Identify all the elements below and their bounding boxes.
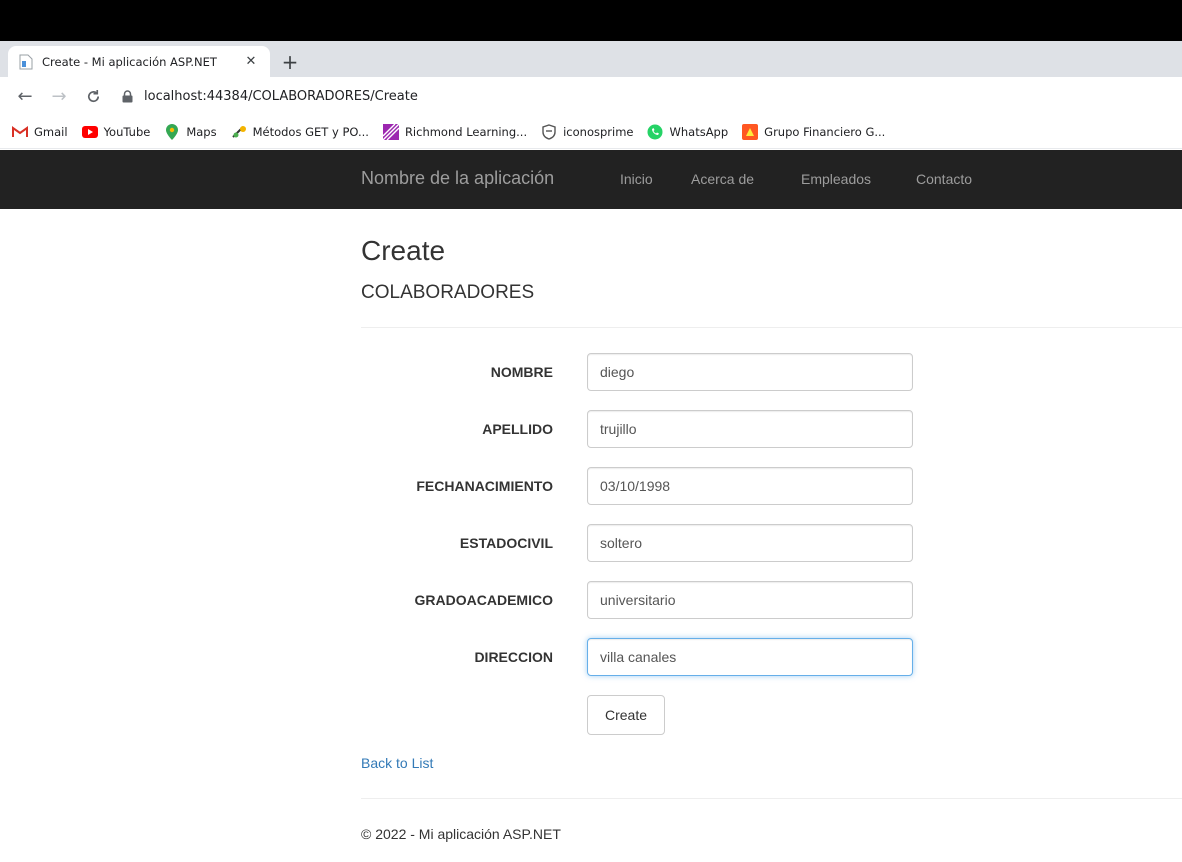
richmond-icon <box>382 123 399 140</box>
new-tab-button[interactable]: + <box>278 50 302 74</box>
label-estadocivil: ESTADOCIVIL <box>459 535 553 551</box>
address-bar[interactable]: localhost:44384/COLABORADORES/Create <box>120 83 418 109</box>
bookmark-label: Grupo Financiero G... <box>764 124 886 139</box>
maps-icon <box>164 123 180 140</box>
divider <box>361 327 1182 328</box>
bookmark-label: Maps <box>186 124 217 139</box>
reload-icon[interactable] <box>82 85 104 107</box>
bank-icon <box>742 123 759 140</box>
nombre-input[interactable] <box>587 353 913 391</box>
bookmarks-bar: Gmail YouTube Maps Métodos GET y PO... R… <box>0 115 1182 149</box>
url-text: localhost:44384/COLABORADORES/Create <box>144 88 418 104</box>
navbar-brand[interactable]: Nombre de la aplicación <box>361 168 554 189</box>
bookmark-label: YouTube <box>103 124 151 139</box>
bookmark-label: Richmond Learning... <box>404 124 528 139</box>
label-nombre: NOMBRE <box>490 364 553 380</box>
bookmark-favicon <box>231 124 247 140</box>
footer-divider <box>361 798 1182 799</box>
browser-toolbar: ← → localhost:44384/COLABORADORES/Create <box>0 77 1182 115</box>
browser-tab[interactable]: Create - Mi aplicación ASP.NET ✕ <box>8 46 270 77</box>
browser-tab-strip: Create - Mi aplicación ASP.NET ✕ + <box>0 41 1182 77</box>
back-to-list-link[interactable]: Back to List <box>361 755 433 771</box>
bookmark-label: Gmail <box>34 124 68 139</box>
create-button[interactable]: Create <box>587 695 665 735</box>
page-title: Create <box>361 235 446 266</box>
bookmark-label: iconosprime <box>563 124 634 139</box>
tab-close-icon[interactable]: ✕ <box>242 53 260 71</box>
bookmark-iconosprime[interactable]: iconosprime <box>541 123 634 140</box>
bookmark-richmond[interactable]: Richmond Learning... <box>382 123 528 140</box>
nav-link-acerca-de[interactable]: Acerca de <box>691 171 754 187</box>
page-subtitle: COLABORADORES <box>361 282 535 303</box>
label-direccion: DIRECCION <box>474 649 553 665</box>
bookmark-label: WhatsApp <box>669 124 729 139</box>
nav-link-contacto[interactable]: Contacto <box>916 171 972 187</box>
window-top-bar <box>0 0 1182 41</box>
label-gradoacademico: GRADOACADEMICO <box>414 592 553 608</box>
bookmark-whatsapp[interactable]: WhatsApp <box>647 124 728 140</box>
fechanacimiento-input[interactable] <box>587 467 913 505</box>
bookmark-grupo-financiero[interactable]: Grupo Financiero G... <box>742 123 886 140</box>
bookmark-metodos[interactable]: Métodos GET y PO... <box>231 124 369 140</box>
bookmark-maps[interactable]: Maps <box>164 123 217 140</box>
bookmark-gmail[interactable]: Gmail <box>12 124 68 140</box>
tab-title: Create - Mi aplicación ASP.NET <box>42 54 217 69</box>
site-navbar: Nombre de la aplicación Inicio Acerca de… <box>0 150 1182 209</box>
footer-text: © 2022 - Mi aplicación ASP.NET <box>361 826 561 842</box>
label-apellido: APELLIDO <box>482 421 553 437</box>
whatsapp-icon <box>647 124 663 140</box>
apellido-input[interactable] <box>587 410 913 448</box>
bookmark-youtube[interactable]: YouTube <box>81 124 151 140</box>
youtube-icon <box>81 124 98 140</box>
label-fechanacimiento: FECHANACIMIENTO <box>416 478 553 494</box>
page-favicon-icon <box>18 54 34 70</box>
nav-link-empleados[interactable]: Empleados <box>801 171 871 187</box>
gradoacademico-input[interactable] <box>587 581 913 619</box>
nav-link-inicio[interactable]: Inicio <box>620 171 653 187</box>
shield-icon <box>541 123 557 140</box>
forward-arrow-icon[interactable]: → <box>48 85 70 107</box>
gmail-icon <box>12 124 28 140</box>
estadocivil-input[interactable] <box>587 524 913 562</box>
back-arrow-icon[interactable]: ← <box>14 85 36 107</box>
direccion-input[interactable] <box>587 638 913 676</box>
bookmark-label: Métodos GET y PO... <box>252 124 369 139</box>
lock-icon <box>120 89 134 103</box>
